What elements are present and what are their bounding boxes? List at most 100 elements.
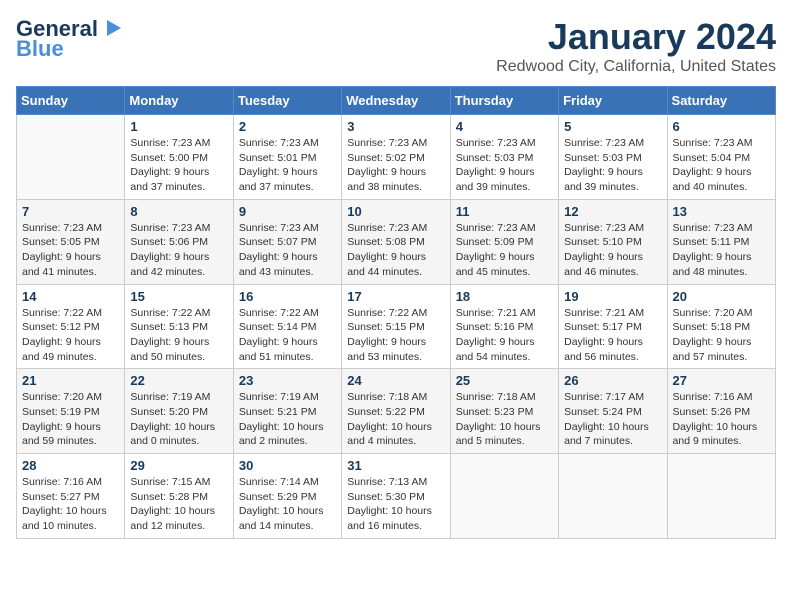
calendar-day-cell [17, 115, 125, 200]
day-number: 20 [673, 289, 770, 304]
day-info: Sunrise: 7:18 AMSunset: 5:22 PMDaylight:… [347, 390, 444, 449]
day-number: 21 [22, 373, 119, 388]
page-header: General Blue January 2024 Redwood City, … [16, 16, 776, 76]
calendar-day-header: Sunday [17, 87, 125, 115]
calendar-week-row: 28 Sunrise: 7:16 AMSunset: 5:27 PMDayligh… [17, 454, 776, 539]
calendar-week-row: 7 Sunrise: 7:23 AMSunset: 5:05 PMDaylight… [17, 199, 776, 284]
day-info: Sunrise: 7:23 AMSunset: 5:09 PMDaylight:… [456, 221, 553, 280]
calendar-day-cell: 27 Sunrise: 7:16 AMSunset: 5:26 PMDayligh… [667, 369, 775, 454]
logo: General Blue [16, 16, 122, 62]
day-info: Sunrise: 7:16 AMSunset: 5:27 PMDaylight:… [22, 475, 119, 534]
day-number: 27 [673, 373, 770, 388]
calendar-day-cell: 4Sunrise: 7:23 AMSunset: 5:03 PMDaylight… [450, 115, 558, 200]
day-number: 9 [239, 204, 336, 219]
day-info: Sunrise: 7:17 AMSunset: 5:24 PMDaylight:… [564, 390, 661, 449]
day-info: Sunrise: 7:15 AMSunset: 5:28 PMDaylight:… [130, 475, 227, 534]
calendar-day-cell: 11 Sunrise: 7:23 AMSunset: 5:09 PMDayligh… [450, 199, 558, 284]
day-number: 18 [456, 289, 553, 304]
day-number: 29 [130, 458, 227, 473]
calendar-day-cell: 19 Sunrise: 7:21 AMSunset: 5:17 PMDayligh… [559, 284, 667, 369]
day-number: 12 [564, 204, 661, 219]
calendar-day-cell: 29 Sunrise: 7:15 AMSunset: 5:28 PMDayligh… [125, 454, 233, 539]
day-info: Sunrise: 7:18 AMSunset: 5:23 PMDaylight:… [456, 390, 553, 449]
day-info: Sunrise: 7:23 AMSunset: 5:07 PMDaylight:… [239, 221, 336, 280]
day-info: Sunrise: 7:23 AMSunset: 5:11 PMDaylight:… [673, 221, 770, 280]
day-number: 7 [22, 204, 119, 219]
calendar-day-cell: 13 Sunrise: 7:23 AMSunset: 5:11 PMDayligh… [667, 199, 775, 284]
day-info: Sunrise: 7:23 AMSunset: 5:05 PMDaylight:… [22, 221, 119, 280]
calendar-day-cell: 21 Sunrise: 7:20 AMSunset: 5:19 PMDayligh… [17, 369, 125, 454]
calendar-day-header: Friday [559, 87, 667, 115]
calendar-day-cell: 26Sunrise: 7:17 AMSunset: 5:24 PMDayligh… [559, 369, 667, 454]
calendar-day-cell: 22 Sunrise: 7:19 AMSunset: 5:20 PMDayligh… [125, 369, 233, 454]
calendar-day-cell [559, 454, 667, 539]
day-number: 2 [239, 119, 336, 134]
day-info: Sunrise: 7:22 AMSunset: 5:14 PMDaylight:… [239, 306, 336, 365]
day-info: Sunrise: 7:23 AMSunset: 5:10 PMDaylight:… [564, 221, 661, 280]
day-number: 17 [347, 289, 444, 304]
calendar-day-cell: 17 Sunrise: 7:22 AMSunset: 5:15 PMDayligh… [342, 284, 450, 369]
day-number: 22 [130, 373, 227, 388]
calendar-day-cell: 1Sunrise: 7:23 AMSunset: 5:00 PMDaylight… [125, 115, 233, 200]
day-number: 13 [673, 204, 770, 219]
day-info: Sunrise: 7:14 AMSunset: 5:29 PMDaylight:… [239, 475, 336, 534]
month-year-title: January 2024 [496, 16, 776, 58]
calendar-day-cell [450, 454, 558, 539]
calendar-day-cell: 2Sunrise: 7:23 AMSunset: 5:01 PMDaylight… [233, 115, 341, 200]
calendar-day-cell: 10 Sunrise: 7:23 AMSunset: 5:08 PMDayligh… [342, 199, 450, 284]
calendar-day-cell: 16 Sunrise: 7:22 AMSunset: 5:14 PMDayligh… [233, 284, 341, 369]
calendar-day-cell: 8 Sunrise: 7:23 AMSunset: 5:06 PMDaylight… [125, 199, 233, 284]
day-info: Sunrise: 7:22 AMSunset: 5:12 PMDaylight:… [22, 306, 119, 365]
calendar-table: SundayMondayTuesdayWednesdayThursdayFrid… [16, 86, 776, 539]
day-number: 16 [239, 289, 336, 304]
day-number: 4 [456, 119, 553, 134]
day-info: Sunrise: 7:23 AMSunset: 5:08 PMDaylight:… [347, 221, 444, 280]
day-info: Sunrise: 7:23 AMSunset: 5:03 PMDaylight:… [564, 136, 661, 195]
calendar-day-cell [667, 454, 775, 539]
day-info: Sunrise: 7:23 AMSunset: 5:04 PMDaylight:… [673, 136, 770, 195]
day-info: Sunrise: 7:22 AMSunset: 5:13 PMDaylight:… [130, 306, 227, 365]
day-number: 1 [130, 119, 227, 134]
day-info: Sunrise: 7:16 AMSunset: 5:26 PMDaylight:… [673, 390, 770, 449]
calendar-day-cell: 7 Sunrise: 7:23 AMSunset: 5:05 PMDaylight… [17, 199, 125, 284]
day-info: Sunrise: 7:21 AMSunset: 5:17 PMDaylight:… [564, 306, 661, 365]
day-info: Sunrise: 7:23 AMSunset: 5:06 PMDaylight:… [130, 221, 227, 280]
day-info: Sunrise: 7:22 AMSunset: 5:15 PMDaylight:… [347, 306, 444, 365]
calendar-day-cell: 30Sunrise: 7:14 AMSunset: 5:29 PMDayligh… [233, 454, 341, 539]
day-info: Sunrise: 7:20 AMSunset: 5:18 PMDaylight:… [673, 306, 770, 365]
calendar-day-cell: 9 Sunrise: 7:23 AMSunset: 5:07 PMDaylight… [233, 199, 341, 284]
day-number: 10 [347, 204, 444, 219]
day-number: 3 [347, 119, 444, 134]
day-info: Sunrise: 7:20 AMSunset: 5:19 PMDaylight:… [22, 390, 119, 449]
calendar-week-row: 1Sunrise: 7:23 AMSunset: 5:00 PMDaylight… [17, 115, 776, 200]
calendar-header-row: SundayMondayTuesdayWednesdayThursdayFrid… [17, 87, 776, 115]
logo-icon [99, 18, 121, 40]
calendar-day-cell: 14 Sunrise: 7:22 AMSunset: 5:12 PMDayligh… [17, 284, 125, 369]
day-number: 14 [22, 289, 119, 304]
day-number: 31 [347, 458, 444, 473]
title-block: January 2024 Redwood City, California, U… [496, 16, 776, 76]
calendar-day-cell: 28 Sunrise: 7:16 AMSunset: 5:27 PMDayligh… [17, 454, 125, 539]
day-number: 8 [130, 204, 227, 219]
day-info: Sunrise: 7:19 AMSunset: 5:20 PMDaylight:… [130, 390, 227, 449]
calendar-day-cell: 31 Sunrise: 7:13 AMSunset: 5:30 PMDayligh… [342, 454, 450, 539]
day-number: 5 [564, 119, 661, 134]
day-number: 23 [239, 373, 336, 388]
day-number: 6 [673, 119, 770, 134]
day-info: Sunrise: 7:13 AMSunset: 5:30 PMDaylight:… [347, 475, 444, 534]
location-subtitle: Redwood City, California, United States [496, 58, 776, 76]
calendar-day-header: Thursday [450, 87, 558, 115]
calendar-day-cell: 18Sunrise: 7:21 AMSunset: 5:16 PMDayligh… [450, 284, 558, 369]
calendar-day-cell: 6 Sunrise: 7:23 AMSunset: 5:04 PMDaylight… [667, 115, 775, 200]
day-number: 28 [22, 458, 119, 473]
day-number: 11 [456, 204, 553, 219]
calendar-day-cell: 15 Sunrise: 7:22 AMSunset: 5:13 PMDayligh… [125, 284, 233, 369]
day-info: Sunrise: 7:23 AMSunset: 5:02 PMDaylight:… [347, 136, 444, 195]
day-number: 24 [347, 373, 444, 388]
calendar-day-header: Saturday [667, 87, 775, 115]
day-number: 15 [130, 289, 227, 304]
logo-blue: Blue [16, 36, 64, 62]
calendar-week-row: 14 Sunrise: 7:22 AMSunset: 5:12 PMDayligh… [17, 284, 776, 369]
calendar-day-cell: 5 Sunrise: 7:23 AMSunset: 5:03 PMDaylight… [559, 115, 667, 200]
day-number: 19 [564, 289, 661, 304]
